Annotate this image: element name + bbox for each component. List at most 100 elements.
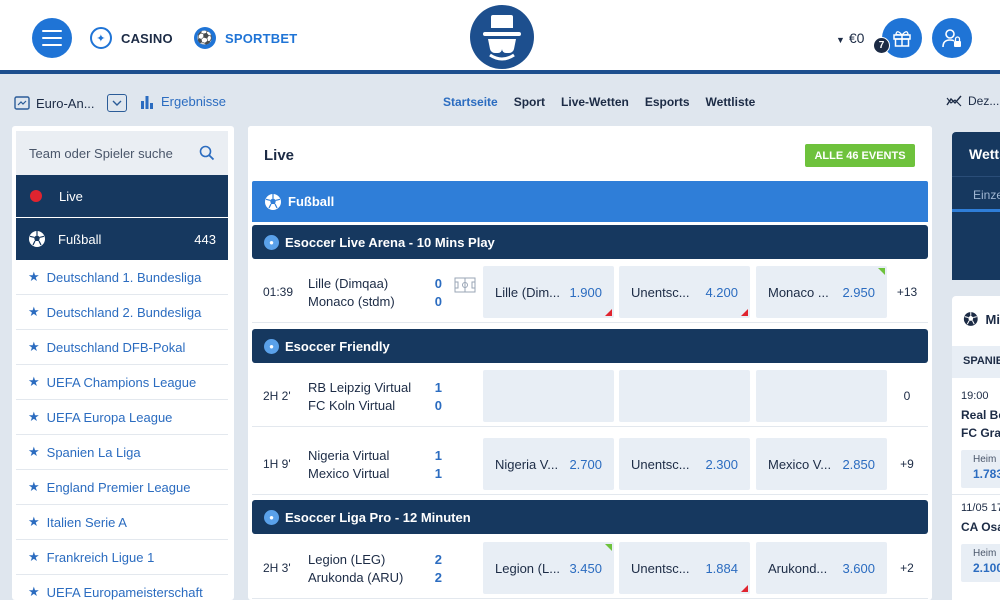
- chevron-down-icon: [112, 100, 122, 106]
- league-name: Esoccer Live Arena - 10 Mins Play: [285, 234, 495, 250]
- league-header[interactable]: ● Esoccer Live Arena - 10 Mins Play: [252, 225, 928, 259]
- account-button[interactable]: [932, 18, 972, 58]
- odds-down-indicator: [605, 309, 612, 316]
- league-list: ★ Deutschland 1. Bundesliga ★ Deutschland …: [16, 260, 228, 600]
- star-icon: ★: [28, 549, 40, 564]
- match-row[interactable]: 2H 3' Legion (LEG) Arukonda (ARU) 2 2 Le…: [252, 537, 928, 599]
- match-time: 2H 2': [263, 389, 291, 403]
- odds-button-away[interactable]: Arukond... 3.600: [756, 542, 887, 594]
- user-lock-icon: [942, 29, 961, 48]
- match-row[interactable]: 1H 9' Nigeria Virtual Mexico Virtual 1 1…: [252, 433, 928, 495]
- tab-live-wetten[interactable]: Live-Wetten: [561, 95, 629, 109]
- odds-button-home[interactable]: Lille (Dim... 1.900: [483, 266, 614, 318]
- hamburger-menu-button[interactable]: [32, 18, 72, 58]
- odds-label: Unentsc...: [631, 456, 690, 472]
- tab-single-bet[interactable]: Einzel: [952, 176, 1000, 212]
- pitch-icon[interactable]: [454, 277, 476, 293]
- all-events-button[interactable]: ALLE 46 EVENTS: [805, 144, 915, 167]
- search-icon[interactable]: [199, 145, 215, 161]
- sidebar-item-live[interactable]: Live: [16, 175, 228, 217]
- sidebar-league-item[interactable]: ★ England Premier League: [16, 470, 228, 505]
- more-markets-link[interactable]: +13: [892, 285, 922, 299]
- balance-value: €0: [848, 30, 865, 46]
- gift-icon: [893, 31, 911, 47]
- league-label: Italien Serie A: [46, 514, 127, 530]
- more-markets-link[interactable]: +9: [892, 457, 922, 471]
- sidebar-league-item[interactable]: ★ UEFA Europameisterschaft: [16, 575, 228, 600]
- top-hat-glasses-icon: [483, 15, 521, 61]
- star-icon: ★: [28, 409, 40, 424]
- tab-wettliste[interactable]: Wettliste: [706, 95, 756, 109]
- sidebar-league-item[interactable]: ★ UEFA Europa League: [16, 400, 228, 435]
- more-markets-link[interactable]: +2: [892, 561, 922, 575]
- trend-icon: [946, 95, 962, 107]
- away-team: FC Granada: [961, 426, 1000, 440]
- live-events-panel: Live ALLE 46 EVENTS Fußball ● Esoccer Li…: [248, 126, 932, 600]
- odds-button-home[interactable]: Nigeria V... 2.700: [483, 438, 614, 490]
- odds-button-draw[interactable]: Unentsc... 2.300: [619, 438, 750, 490]
- sidebar-league-item[interactable]: ★ Deutschland 2. Bundesliga: [16, 295, 228, 330]
- odds-label: Lille (Dim...: [495, 284, 561, 300]
- match-scores: 1 0: [432, 379, 442, 415]
- odds-button-away[interactable]: [756, 370, 887, 422]
- sidebar-league-item[interactable]: ★ Frankreich Ligue 1: [16, 540, 228, 575]
- sidebar-league-item[interactable]: ★ Deutschland DFB-Pokal: [16, 330, 228, 365]
- odds-button-away[interactable]: Mexico V... 2.850: [756, 438, 887, 490]
- odds-value: 3.450: [569, 560, 602, 576]
- league-header[interactable]: ● Esoccer Liga Pro - 12 Minuten: [252, 500, 928, 534]
- results-link[interactable]: Ergebnisse: [140, 94, 226, 109]
- sidebar-league-item[interactable]: ★ Italien Serie A: [16, 505, 228, 540]
- menu-bar: [42, 37, 62, 39]
- odds-format-icon: [14, 96, 30, 110]
- star-icon: ★: [28, 304, 40, 319]
- odds-value: 2.700: [569, 456, 602, 472]
- odds-button-home[interactable]: Heim 2.100: [961, 544, 1000, 582]
- bonus-gift-button[interactable]: [882, 18, 922, 58]
- balance-dropdown[interactable]: ▼ €0: [836, 30, 864, 46]
- brand-logo[interactable]: [470, 5, 534, 69]
- home-team: Lille (Dimqaa): [308, 276, 389, 291]
- odds-label: Nigeria V...: [495, 456, 559, 472]
- odds-value: 3.600: [842, 560, 875, 576]
- league-label: Deutschland 2. Bundesliga: [46, 304, 202, 320]
- team-search-input[interactable]: [29, 145, 189, 161]
- sport-label: Fußball: [288, 194, 335, 209]
- odds-format-selector[interactable]: Euro-An...: [14, 94, 127, 112]
- odds-button-draw[interactable]: Unentsc... 1.884: [619, 542, 750, 594]
- odds-button-home[interactable]: [483, 370, 614, 422]
- league-label: UEFA Europa League: [46, 409, 173, 425]
- more-markets-link[interactable]: 0: [892, 389, 922, 403]
- bar-chart-icon: [141, 95, 153, 109]
- results-label: Ergebnisse: [161, 94, 227, 109]
- odds-button-home[interactable]: Heim 1.783: [961, 450, 1000, 488]
- sidebar-league-item[interactable]: ★ UEFA Champions League: [16, 365, 228, 400]
- away-team: Mexico Virtual: [308, 466, 390, 481]
- home-team: Legion (LEG): [308, 552, 386, 567]
- odds-format-dropdown[interactable]: [106, 94, 127, 112]
- casino-link[interactable]: ✦ CASINO: [90, 27, 173, 49]
- decimal-odds-link[interactable]: Dez...: [946, 94, 999, 108]
- odds-down-indicator: [741, 309, 748, 316]
- gift-count-badge: 7: [873, 37, 890, 54]
- odds-button-draw[interactable]: Unentsc... 4.200: [619, 266, 750, 318]
- soccer-ball-icon: [963, 312, 978, 326]
- sidebar-item-football[interactable]: Fußball 443: [16, 218, 228, 260]
- league-header[interactable]: ● Esoccer Friendly: [252, 329, 928, 363]
- sidebar-league-item[interactable]: ★ Spanien La Liga: [16, 435, 228, 470]
- tab-sport[interactable]: Sport: [514, 95, 545, 109]
- odds-value: 1.900: [569, 284, 602, 300]
- tab-esports[interactable]: Esports: [645, 95, 690, 109]
- odds-button-draw[interactable]: [619, 370, 750, 422]
- sidebar-league-item[interactable]: ★ Deutschland 1. Bundesliga: [16, 260, 228, 295]
- sport-header-football[interactable]: Fußball: [252, 181, 928, 222]
- panel-header: Live ALLE 46 EVENTS: [248, 126, 932, 180]
- odds-button-home[interactable]: Legion (L... 3.450: [483, 542, 614, 594]
- match-row[interactable]: 2H 2' RB Leipzig Virtual FC Koln Virtual…: [252, 365, 928, 427]
- match-row[interactable]: 01:39 Lille (Dimqaa) Monaco (stdm) 0 0 L…: [252, 261, 928, 323]
- tab-startseite[interactable]: Startseite: [443, 95, 498, 109]
- home-score: 1: [434, 380, 442, 395]
- odds-value: 2.850: [842, 456, 875, 472]
- sportbet-link[interactable]: ⚽ SPORTBET: [194, 27, 297, 49]
- odds-button-away[interactable]: Monaco ... 2.950: [756, 266, 887, 318]
- league-label: Deutschland DFB-Pokal: [46, 339, 186, 355]
